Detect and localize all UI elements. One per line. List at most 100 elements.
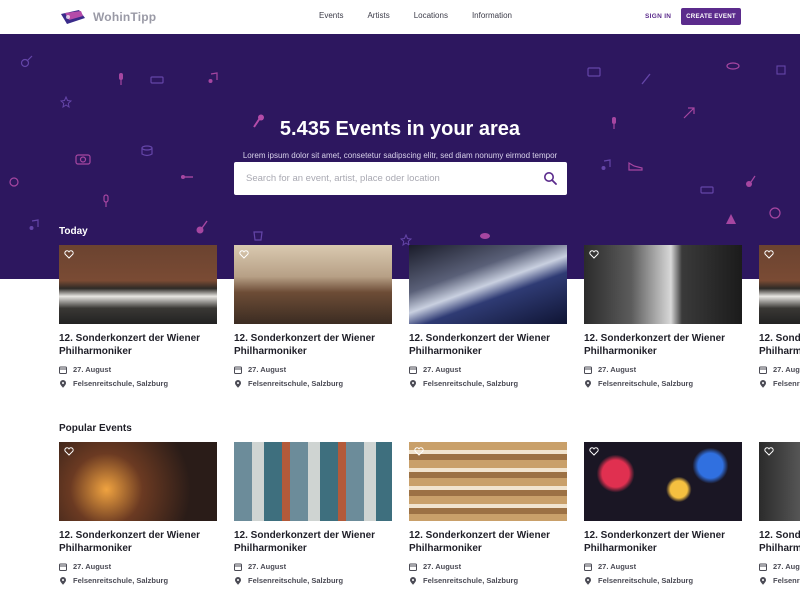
event-card[interactable]: 12. Sonderkonzert der Wiener Philharmoni… — [234, 442, 392, 585]
event-place-text: Felsenreitschule, Salzburg — [73, 379, 169, 388]
event-place: Felsenreitschule, Salzburg — [759, 379, 800, 388]
logo[interactable]: WohinTipp — [59, 8, 156, 26]
event-title[interactable]: 12. Sonderkonzert der Wiener Philharmoni… — [59, 332, 217, 358]
doodle-cone-icon — [726, 214, 736, 224]
event-title[interactable]: 12. Sonderkonzert der Wiener Philharmoni… — [759, 332, 800, 358]
event-date-text: 27. August — [73, 365, 112, 374]
doodle-ticket2-icon — [700, 186, 714, 194]
calendar-icon — [59, 366, 67, 374]
event-date-text: 27. August — [73, 562, 112, 571]
event-title[interactable]: 12. Sonderkonzert der Wiener Philharmoni… — [409, 529, 567, 555]
event-date: 27. August — [59, 365, 217, 374]
nav-artists[interactable]: Artists — [367, 11, 389, 20]
sign-in-link[interactable]: SIGN IN — [645, 13, 671, 20]
location-pin-icon — [410, 379, 416, 388]
doodle-drum-icon — [141, 145, 153, 157]
location-pin-icon — [410, 576, 416, 585]
heart-icon[interactable] — [764, 447, 774, 456]
doodle-drum2-icon — [726, 62, 740, 70]
event-image[interactable] — [584, 442, 742, 521]
event-image[interactable] — [59, 442, 217, 521]
nav-locations[interactable]: Locations — [414, 11, 448, 20]
event-image[interactable] — [584, 245, 742, 324]
nav-events[interactable]: Events — [319, 11, 343, 20]
event-date: 27. August — [584, 365, 742, 374]
doodle-mic-icon — [119, 73, 123, 85]
event-place-text: Felsenreitschule, Salzburg — [248, 379, 344, 388]
heart-icon[interactable] — [589, 447, 599, 456]
doodle-ring-icon — [9, 177, 19, 187]
calendar-icon — [409, 563, 417, 571]
event-place: Felsenreitschule, Salzburg — [584, 576, 742, 585]
event-card[interactable]: 12. Sonderkonzert der Wiener Philharmoni… — [234, 245, 392, 388]
event-place-text: Felsenreitschule, Salzburg — [423, 576, 519, 585]
event-date-text: 27. August — [423, 365, 462, 374]
event-image[interactable] — [234, 245, 392, 324]
event-card[interactable]: 12. Sonderkonzert der Wiener Philharmoni… — [59, 442, 217, 585]
event-title[interactable]: 12. Sonderkonzert der Wiener Philharmoni… — [59, 529, 217, 555]
create-event-button[interactable]: CREATE EVENT — [681, 8, 741, 25]
doodle-note4-icon — [601, 159, 611, 170]
event-place: Felsenreitschule, Salzburg — [409, 379, 567, 388]
calendar-icon — [584, 366, 592, 374]
search-bar — [234, 162, 567, 195]
event-title[interactable]: 12. Sonderkonzert der Wiener Philharmoni… — [234, 332, 392, 358]
doodle-guitar3-icon — [746, 175, 756, 187]
event-card[interactable]: 12. Sonderkonzert der Wiener Philharmoni… — [759, 442, 800, 585]
event-card[interactable]: 12. Sonderkonzert der Wiener Philharmoni… — [584, 245, 742, 388]
event-image[interactable] — [59, 245, 217, 324]
calendar-icon — [759, 563, 767, 571]
event-title[interactable]: 12. Sonderkonzert der Wiener Philharmoni… — [234, 529, 392, 555]
event-card[interactable]: 12. Sonderkonzert der Wiener Philharmoni… — [759, 245, 800, 388]
event-date: 27. August — [409, 365, 567, 374]
doodle-tv-icon — [587, 67, 601, 77]
event-image[interactable] — [409, 245, 567, 324]
doodle-cup-icon — [253, 231, 263, 241]
heart-icon[interactable] — [589, 250, 599, 259]
event-card[interactable]: 12. Sonderkonzert der Wiener Philharmoni… — [59, 245, 217, 388]
heart-icon[interactable] — [64, 250, 74, 259]
event-date-text: 27. August — [248, 562, 287, 571]
logo-ticket-icon — [61, 10, 85, 24]
event-place: Felsenreitschule, Salzburg — [759, 576, 800, 585]
calendar-icon — [234, 563, 242, 571]
heart-icon[interactable] — [764, 250, 774, 259]
event-image[interactable] — [759, 442, 800, 521]
event-image[interactable] — [234, 442, 392, 521]
search-icon[interactable] — [543, 171, 557, 185]
doodle-star-icon — [60, 96, 72, 108]
event-place: Felsenreitschule, Salzburg — [234, 379, 392, 388]
event-date: 27. August — [59, 562, 217, 571]
section-title-popular: Popular Events — [59, 423, 132, 434]
event-title[interactable]: 12. Sonderkonzert der Wiener Philharmoni… — [584, 529, 742, 555]
event-card[interactable]: 12. Sonderkonzert der Wiener Philharmoni… — [409, 245, 567, 388]
location-pin-icon — [60, 576, 66, 585]
heart-icon[interactable] — [239, 250, 249, 259]
event-date-text: 27. August — [598, 562, 637, 571]
event-place-text: Felsenreitschule, Salzburg — [598, 379, 694, 388]
event-date-text: 27. August — [248, 365, 287, 374]
doodle-drum3-icon — [480, 233, 490, 239]
doodle-ticket-icon — [150, 76, 164, 84]
location-pin-icon — [235, 379, 241, 388]
heart-icon[interactable] — [414, 447, 424, 456]
doodle-pen-icon — [641, 73, 651, 85]
brand-name: WohinTipp — [93, 10, 157, 24]
event-image[interactable] — [759, 245, 800, 324]
calendar-icon — [409, 366, 417, 374]
doodle-guitar2-icon — [196, 220, 208, 234]
event-date: 27. August — [584, 562, 742, 571]
event-card[interactable]: 12. Sonderkonzert der Wiener Philharmoni… — [584, 442, 742, 585]
event-title[interactable]: 12. Sonderkonzert der Wiener Philharmoni… — [409, 332, 567, 358]
search-input[interactable] — [246, 173, 526, 184]
nav-information[interactable]: Information — [472, 11, 512, 20]
event-date-text: 27. August — [423, 562, 462, 571]
event-title[interactable]: 12. Sonderkonzert der Wiener Philharmoni… — [584, 332, 742, 358]
location-pin-icon — [60, 379, 66, 388]
calendar-icon — [59, 563, 67, 571]
hero-title: 5.435 Events in your area — [0, 114, 800, 141]
event-image[interactable] — [409, 442, 567, 521]
event-title[interactable]: 12. Sonderkonzert der Wiener Philharmoni… — [759, 529, 800, 555]
event-card[interactable]: 12. Sonderkonzert der Wiener Philharmoni… — [409, 442, 567, 585]
heart-icon[interactable] — [64, 447, 74, 456]
